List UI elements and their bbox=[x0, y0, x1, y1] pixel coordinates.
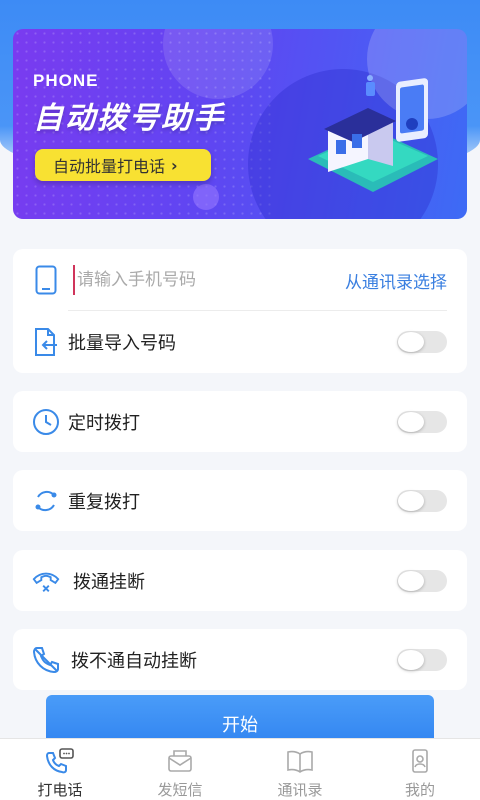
envelope-icon bbox=[165, 747, 195, 775]
option-card-hangup: 拨通挂断 bbox=[13, 550, 467, 611]
option-label: 定时拨打 bbox=[68, 412, 140, 434]
toggle-knob bbox=[398, 490, 424, 511]
hangup-on-connect-toggle[interactable] bbox=[397, 569, 447, 592]
select-from-contacts-link[interactable]: 从通讯录选择 bbox=[345, 268, 447, 293]
banner-phone-label: PHONE bbox=[33, 71, 99, 90]
bottom-tab-bar: 打电话 发短信 通讯录 我的 bbox=[0, 738, 480, 800]
option-label: 拨不通自动挂断 bbox=[71, 650, 197, 672]
house-phone-illustration bbox=[308, 75, 438, 192]
tab-profile[interactable]: 我的 bbox=[360, 739, 480, 800]
phone-input-card: 从通讯录选择 批量导入号码 bbox=[13, 249, 467, 373]
batch-call-button[interactable]: 自动批量打电话 › bbox=[35, 149, 211, 181]
tab-label: 我的 bbox=[404, 781, 435, 799]
batch-import-toggle[interactable] bbox=[397, 331, 447, 353]
toggle-knob bbox=[398, 332, 424, 352]
hangup-icon bbox=[31, 566, 61, 596]
option-label: 重复拨打 bbox=[68, 491, 140, 513]
clock-icon bbox=[31, 407, 61, 437]
chevron-right-icon: › bbox=[171, 155, 178, 175]
option-card-unanswered: 拨不通自动挂断 bbox=[13, 629, 467, 690]
auto-hangup-unanswered-toggle[interactable] bbox=[397, 648, 447, 671]
toggle-knob bbox=[398, 411, 424, 432]
banner-decoration bbox=[193, 184, 219, 210]
batch-import-label: 批量导入号码 bbox=[68, 333, 176, 354]
scheduled-call-toggle[interactable] bbox=[397, 410, 447, 433]
batch-call-label: 自动批量打电话 bbox=[53, 157, 166, 176]
mobile-phone-icon bbox=[31, 265, 61, 295]
banner-title: 自动拨号助手 bbox=[33, 101, 225, 136]
tab-label: 通讯录 bbox=[277, 781, 323, 799]
tab-sms[interactable]: 发短信 bbox=[120, 739, 240, 800]
option-label: 拨通挂断 bbox=[73, 571, 145, 593]
start-button-label: 开始 bbox=[222, 715, 258, 736]
phone-off-icon bbox=[31, 645, 61, 675]
tab-label: 发短信 bbox=[157, 781, 203, 799]
tab-call[interactable]: 打电话 bbox=[0, 739, 120, 800]
repeat-icon bbox=[31, 486, 61, 516]
tab-contacts[interactable]: 通讯录 bbox=[240, 739, 360, 800]
option-card-repeat: 重复拨打 bbox=[13, 470, 467, 531]
toggle-knob bbox=[398, 570, 424, 591]
import-file-icon bbox=[31, 327, 61, 357]
phone-chat-icon bbox=[45, 747, 75, 775]
promo-banner[interactable]: PHONE 自动拨号助手 自动批量打电话 › bbox=[13, 29, 467, 219]
tab-label: 打电话 bbox=[37, 781, 83, 799]
toggle-knob bbox=[398, 649, 424, 670]
book-icon bbox=[285, 747, 315, 775]
user-phone-icon bbox=[405, 747, 435, 775]
option-card-scheduled: 定时拨打 bbox=[13, 391, 467, 452]
phone-number-input[interactable] bbox=[73, 265, 323, 295]
repeat-call-toggle[interactable] bbox=[397, 489, 447, 512]
